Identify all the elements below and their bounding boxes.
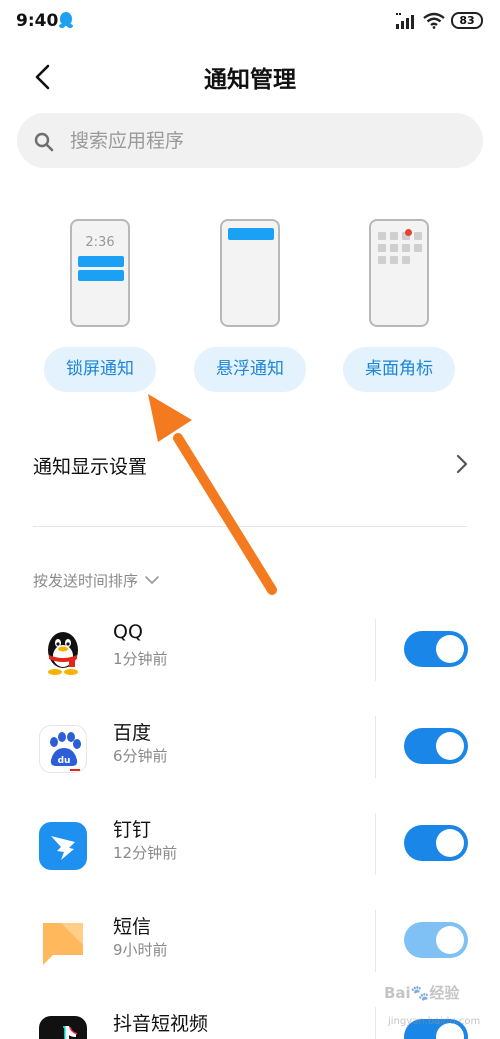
app-time: 12分钟前 (113, 844, 178, 862)
signal-icon (396, 13, 414, 29)
baidu-notification-toggle[interactable] (404, 728, 468, 764)
lock-notification-bar (78, 270, 124, 281)
row-separator (375, 813, 376, 875)
floating-notification-button[interactable]: 悬浮通知 (194, 347, 306, 392)
battery-indicator: 83 (451, 12, 483, 29)
watermark: Bai🐾经验 (384, 984, 460, 1002)
row-separator (375, 910, 376, 972)
badge-dot-icon (405, 229, 412, 236)
row-separator (375, 716, 376, 778)
qq-notification-toggle[interactable] (404, 631, 468, 667)
qq-notification-icon (59, 12, 73, 28)
baidu-paw-icon: du (39, 725, 87, 773)
desktop-badge-button[interactable]: 桌面角标 (343, 347, 455, 392)
floating-notification-bar (228, 228, 274, 240)
qq-penguin-icon (39, 628, 87, 676)
lock-preview-time: 2:36 (85, 235, 115, 250)
row-separator (375, 1007, 376, 1039)
app-time: 9小时前 (113, 941, 168, 959)
app-grid (378, 229, 422, 264)
app-time: 1分钟前 (113, 650, 168, 668)
app-name: 百度 (113, 722, 152, 744)
status-time: 9:40 (16, 11, 59, 31)
floating-preview[interactable] (220, 219, 280, 327)
app-name: 抖音短视频 (113, 1013, 209, 1035)
annotation-arrow-icon (148, 394, 277, 595)
dingtalk-icon (39, 822, 87, 870)
app-time: 6分钟前 (113, 747, 168, 765)
lock-notification-bar (78, 256, 124, 267)
status-bar: 9:40 83 (0, 0, 500, 44)
row-separator (375, 619, 376, 681)
display-settings-label: 通知显示设置 (33, 456, 148, 478)
sms-bubble-icon (39, 919, 87, 967)
badge-preview[interactable] (369, 219, 429, 327)
wifi-icon (423, 12, 445, 29)
search-icon (34, 132, 54, 152)
sms-notification-toggle[interactable] (404, 922, 468, 958)
app-row-qq: QQ 1分钟前 (0, 617, 500, 707)
dingtalk-notification-toggle[interactable] (404, 825, 468, 861)
app-row-baidu: du 百度 6分钟前 (0, 714, 500, 804)
app-name: 短信 (113, 916, 152, 938)
chevron-right-icon (456, 454, 468, 474)
douyin-icon (39, 1016, 87, 1039)
sort-label: 按发送时间排序 (33, 571, 139, 590)
watermark-url: jingyan.baidu.com (388, 1016, 481, 1027)
svg-text:du: du (58, 756, 71, 766)
app-name: 钉钉 (113, 819, 152, 841)
search-input[interactable] (70, 124, 450, 158)
lock-screen-preview[interactable]: 2:36 (70, 219, 130, 327)
page-title: 通知管理 (204, 67, 296, 93)
app-row-dingtalk: 钉钉 12分钟前 (0, 811, 500, 901)
lock-screen-notification-button[interactable]: 锁屏通知 (44, 347, 156, 392)
app-name: QQ (113, 621, 143, 643)
